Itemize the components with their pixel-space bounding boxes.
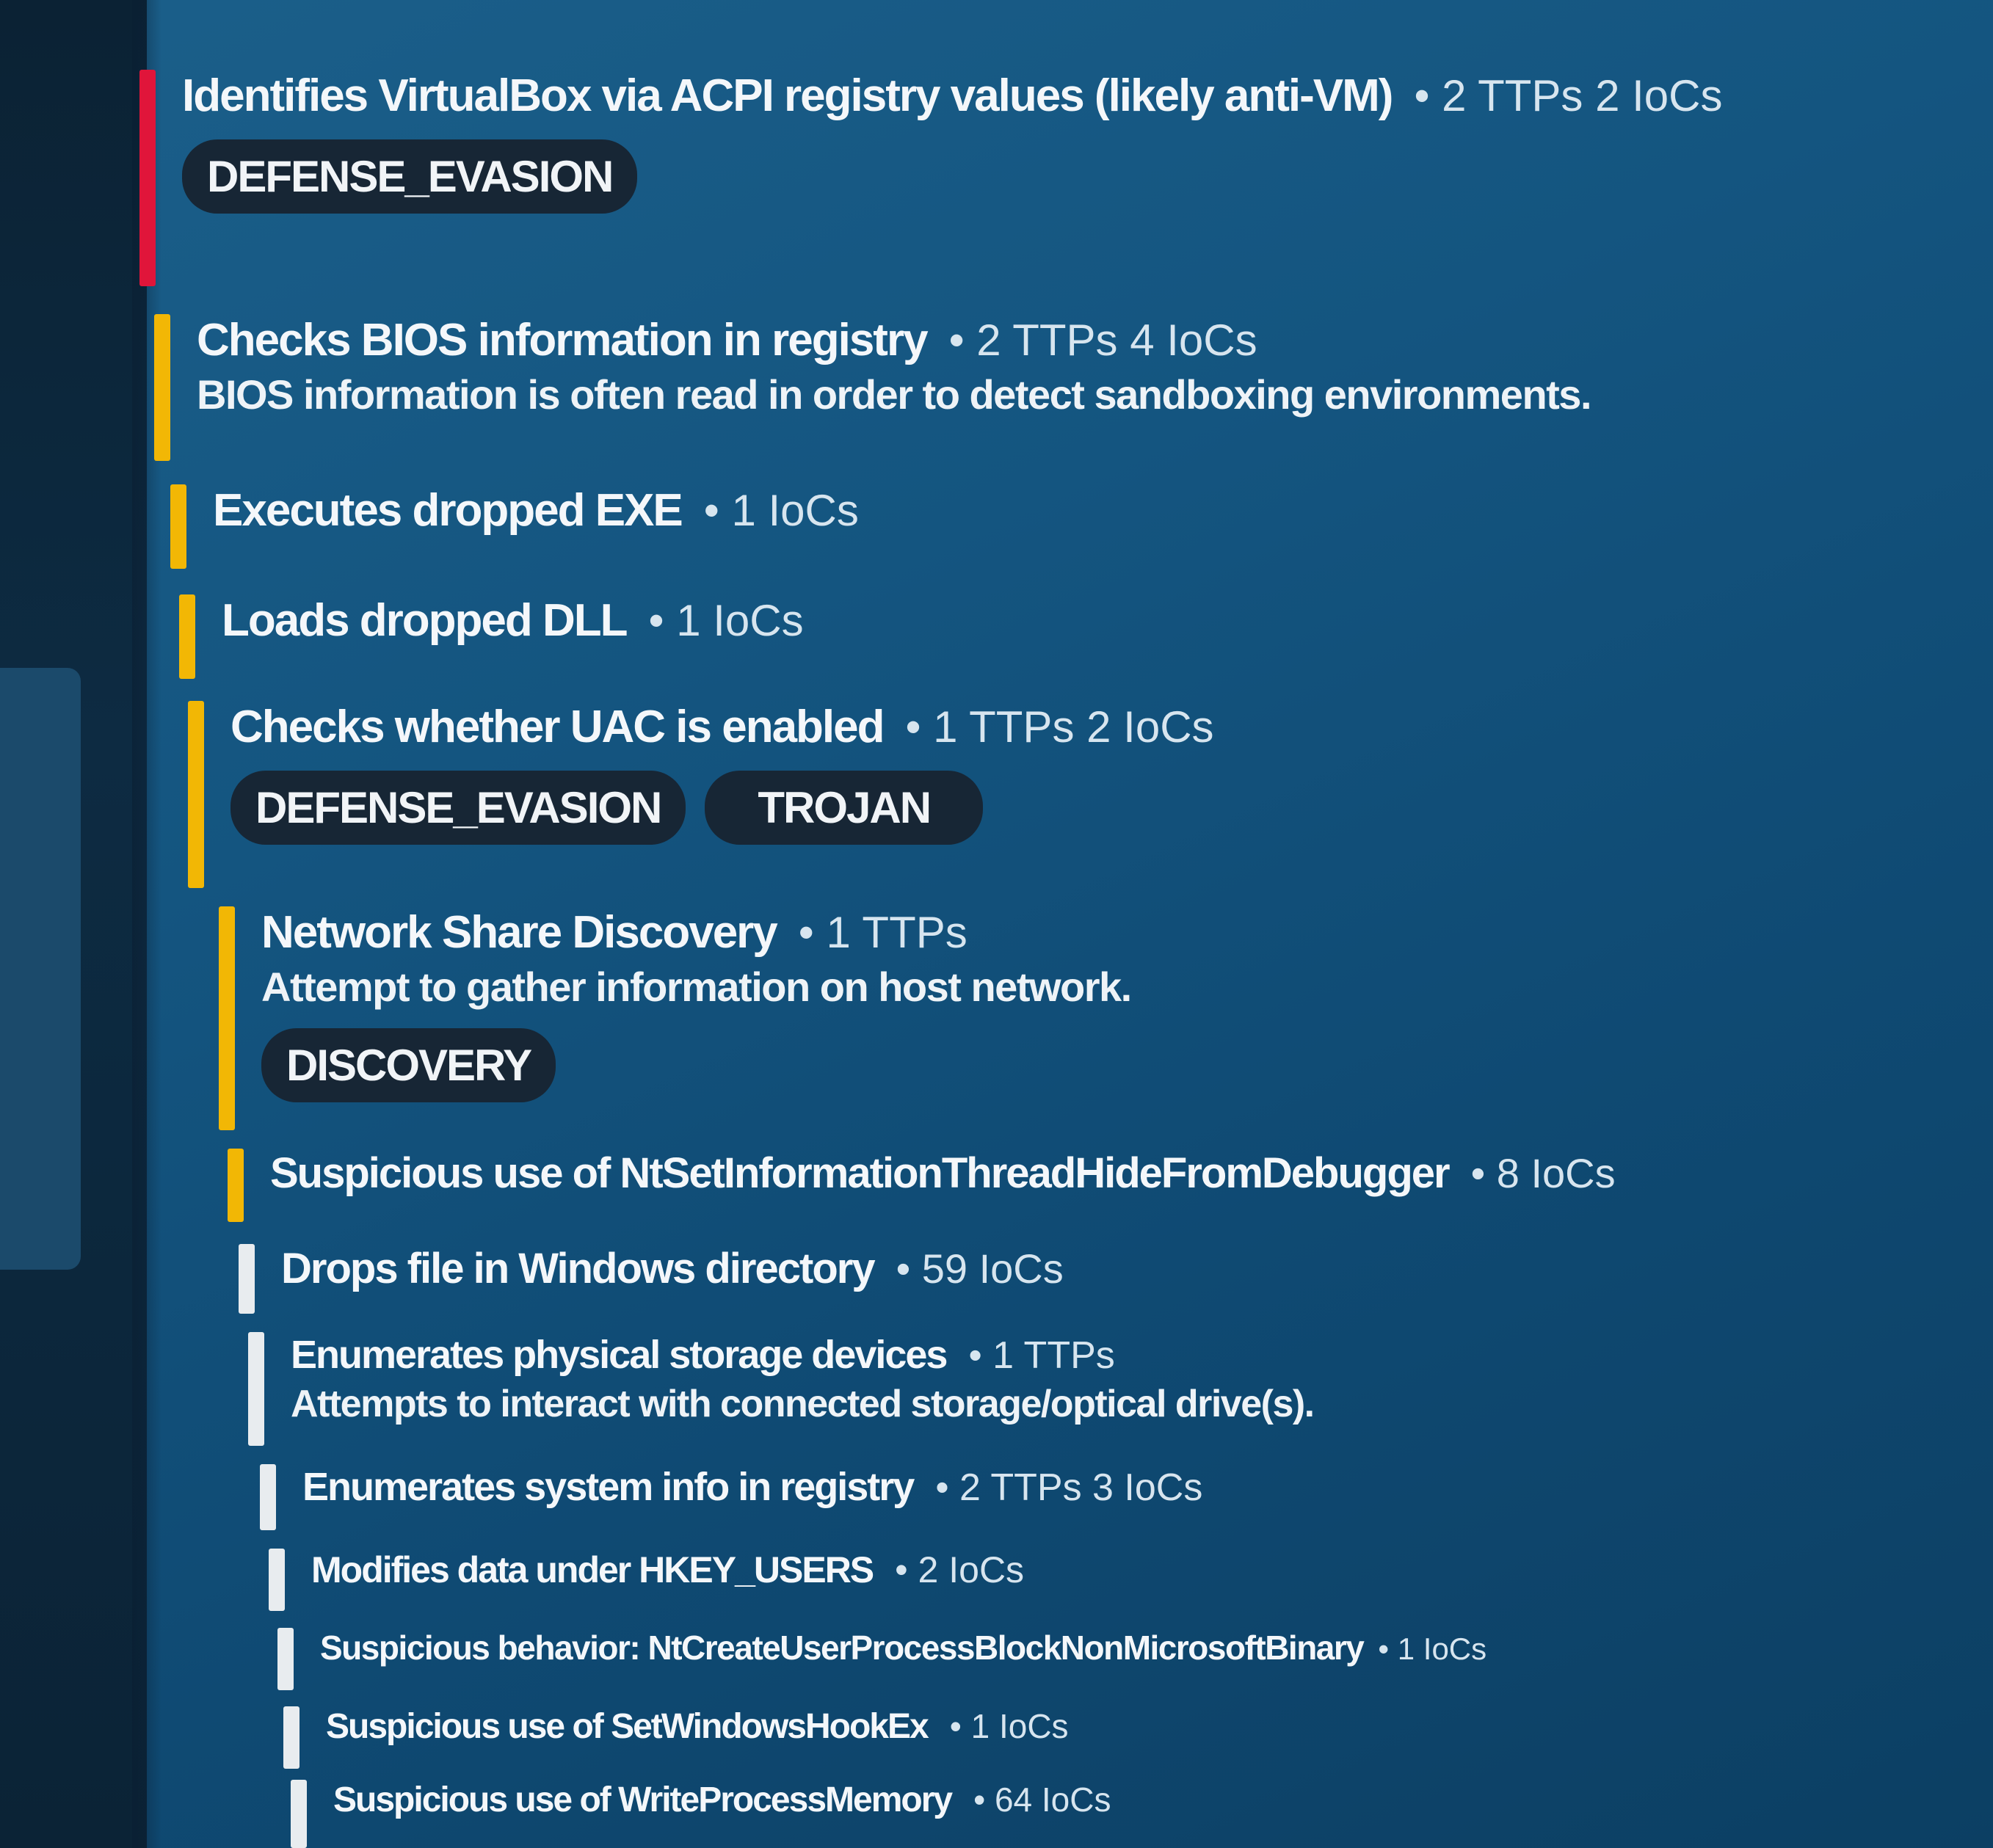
signature-item[interactable]: Enumerates physical storage devices • 1 T… [248, 1332, 1315, 1446]
severity-bar [179, 594, 195, 679]
severity-bar [154, 314, 170, 461]
signature-meta: • 2 TTPs 2 IoCs [1414, 71, 1723, 120]
signature-item[interactable]: Checks BIOS information in registry • 2 T… [154, 314, 1592, 461]
tag-list: DEFENSE_EVASION TROJAN [230, 771, 1214, 845]
signature-item[interactable]: Identifies VirtualBox via ACPI registry … [139, 70, 1722, 286]
signature-body: Suspicious use of NtSetInformationThread… [270, 1149, 1616, 1222]
left-panel [0, 668, 81, 1270]
screen: Identifies VirtualBox via ACPI registry … [0, 0, 1993, 1848]
signature-meta: • 1 TTPs 2 IoCs [905, 702, 1214, 752]
signature-item[interactable]: Executes dropped EXE • 1 IoCs [170, 484, 859, 569]
severity-bar [139, 70, 156, 286]
signature-description: BIOS information is often read in order … [197, 371, 1592, 418]
signature-title-line: Suspicious use of WriteProcessMemory • 64… [333, 1780, 1111, 1820]
tag-list: DEFENSE_EVASION [182, 139, 1722, 214]
signature-title-line: Enumerates system info in registry • 2 TT… [302, 1464, 1202, 1510]
signature-body: Loads dropped DLL • 1 IoCs [222, 594, 804, 679]
signature-item[interactable]: Suspicious use of NtSetInformationThread… [228, 1149, 1616, 1222]
signature-title-line: Enumerates physical storage devices • 1 T… [291, 1332, 1314, 1378]
signature-body: Checks whether UAC is enabled • 1 TTPs 2 … [230, 701, 1214, 888]
signature-body: Drops file in Windows directory • 59 IoCs [281, 1244, 1064, 1314]
signature-meta: • 2 TTPs 4 IoCs [948, 316, 1257, 365]
signature-title-line: Suspicious use of NtSetInformationThread… [270, 1149, 1616, 1198]
severity-bar [291, 1780, 307, 1848]
severity-bar [239, 1244, 255, 1314]
tag-list: DISCOVERY [261, 1028, 1131, 1102]
signature-description: Attempts to interact with connected stor… [291, 1383, 1315, 1425]
signature-body: Suspicious use of WriteProcessMemory • 64… [333, 1780, 1111, 1848]
signature-item[interactable]: Loads dropped DLL • 1 IoCs [179, 594, 804, 679]
signature-item[interactable]: Suspicious use of SetWindowsHookEx • 1 Io… [283, 1706, 1069, 1769]
signature-meta: • 1 IoCs [949, 1707, 1069, 1745]
signature-title: Executes dropped EXE [213, 485, 683, 536]
severity-bar [188, 701, 204, 888]
signature-meta: • 2 TTPs 3 IoCs [935, 1466, 1203, 1509]
signature-meta: • 1 IoCs [703, 486, 859, 535]
signature-body: Enumerates system info in registry • 2 TT… [302, 1464, 1202, 1530]
signature-title-line: Suspicious use of SetWindowsHookEx • 1 Io… [326, 1706, 1069, 1747]
signature-meta: • 8 IoCs [1470, 1150, 1616, 1196]
signature-item[interactable]: Checks whether UAC is enabled • 1 TTPs 2 … [188, 701, 1214, 888]
signature-body: Network Share Discovery • 1 TTPs Attempt … [261, 906, 1132, 1130]
signature-title: Identifies VirtualBox via ACPI registry … [182, 70, 1393, 121]
signature-body: Checks BIOS information in registry • 2 T… [197, 314, 1592, 461]
signature-title-line: Network Share Discovery • 1 TTPs [261, 906, 1131, 958]
signature-meta: • 59 IoCs [896, 1245, 1064, 1292]
signature-title-line: Checks BIOS information in registry • 2 T… [197, 314, 1591, 366]
signature-meta: • 1 IoCs [1378, 1631, 1487, 1666]
signature-meta: • 1 TTPs [968, 1334, 1115, 1377]
signature-title: Checks BIOS information in registry [197, 315, 929, 365]
signature-body: Identifies VirtualBox via ACPI registry … [182, 70, 1722, 286]
signature-title: Enumerates system info in registry [302, 1465, 915, 1509]
severity-bar [219, 906, 235, 1130]
signature-title-line: Suspicious behavior: NtCreateUserProcess… [320, 1628, 1486, 1667]
signature-item[interactable]: Suspicious use of WriteProcessMemory • 64… [291, 1780, 1111, 1848]
signature-body: Executes dropped EXE • 1 IoCs [213, 484, 859, 569]
signature-title: Suspicious use of NtSetInformationThread… [270, 1149, 1451, 1197]
severity-bar [248, 1332, 264, 1446]
signature-body: Modifies data under HKEY_USERS • 2 IoCs [311, 1549, 1024, 1611]
signature-title: Suspicious behavior: NtCreateUserProcess… [320, 1629, 1365, 1667]
signature-title: Loads dropped DLL [222, 595, 628, 646]
signature-title: Suspicious use of SetWindowsHookEx [326, 1707, 929, 1746]
tag-defense-evasion[interactable]: DEFENSE_EVASION [182, 139, 638, 214]
signature-item[interactable]: Suspicious behavior: NtCreateUserProcess… [277, 1628, 1486, 1690]
tag-discovery[interactable]: DISCOVERY [261, 1028, 556, 1102]
signature-meta: • 64 IoCs [973, 1780, 1111, 1819]
signature-title: Network Share Discovery [261, 907, 778, 958]
signature-meta: • 2 IoCs [895, 1549, 1025, 1590]
severity-bar [260, 1464, 276, 1530]
severity-bar [170, 484, 186, 569]
tag-defense-evasion[interactable]: DEFENSE_EVASION [230, 771, 686, 845]
severity-bar [283, 1706, 300, 1769]
signature-item[interactable]: Drops file in Windows directory • 59 IoCs [239, 1244, 1064, 1314]
signature-title-line: Modifies data under HKEY_USERS • 2 IoCs [311, 1549, 1024, 1591]
signature-item[interactable]: Enumerates system info in registry • 2 TT… [260, 1464, 1202, 1530]
signature-title-line: Checks whether UAC is enabled • 1 TTPs 2 … [230, 701, 1214, 753]
severity-bar [277, 1628, 294, 1690]
signature-title-line: Identifies VirtualBox via ACPI registry … [182, 70, 1722, 122]
severity-bar [228, 1149, 244, 1222]
signature-title: Drops file in Windows directory [281, 1245, 876, 1292]
signature-item[interactable]: Modifies data under HKEY_USERS • 2 IoCs [269, 1549, 1024, 1611]
signature-title-line: Loads dropped DLL • 1 IoCs [222, 594, 804, 647]
signature-meta: • 1 TTPs [798, 908, 968, 957]
signature-title: Enumerates physical storage devices [291, 1333, 948, 1377]
signature-title: Checks whether UAC is enabled [230, 702, 885, 752]
signature-body: Suspicious behavior: NtCreateUserProcess… [320, 1628, 1486, 1690]
signature-body: Enumerates physical storage devices • 1 T… [291, 1332, 1315, 1446]
signature-title-line: Drops file in Windows directory • 59 IoCs [281, 1244, 1064, 1293]
signature-title: Modifies data under HKEY_USERS [311, 1549, 874, 1590]
signature-body: Suspicious use of SetWindowsHookEx • 1 Io… [326, 1706, 1069, 1769]
signature-description: Attempt to gather information on host ne… [261, 964, 1132, 1010]
severity-bar [269, 1549, 285, 1611]
signature-item[interactable]: Network Share Discovery • 1 TTPs Attempt … [219, 906, 1132, 1130]
signature-title: Suspicious use of WriteProcessMemory [333, 1780, 953, 1819]
tag-trojan[interactable]: TROJAN [705, 771, 984, 845]
signature-title-line: Executes dropped EXE • 1 IoCs [213, 484, 859, 536]
signature-meta: • 1 IoCs [648, 596, 804, 645]
